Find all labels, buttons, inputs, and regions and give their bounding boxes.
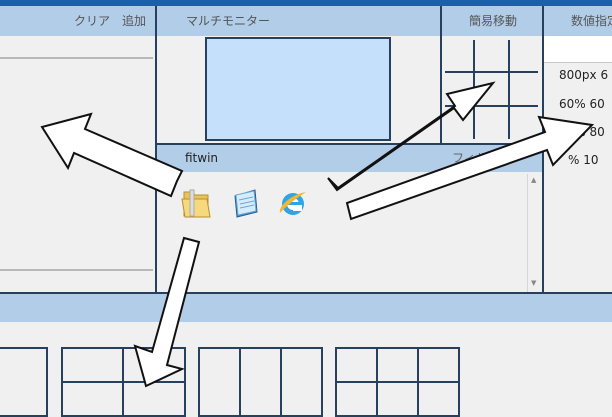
- drag-arrows-overlay: [40, 81, 595, 388]
- arrow-left-icon: [40, 112, 184, 198]
- arrow-down-icon: [133, 236, 201, 388]
- arrow-right-icon: [345, 115, 595, 221]
